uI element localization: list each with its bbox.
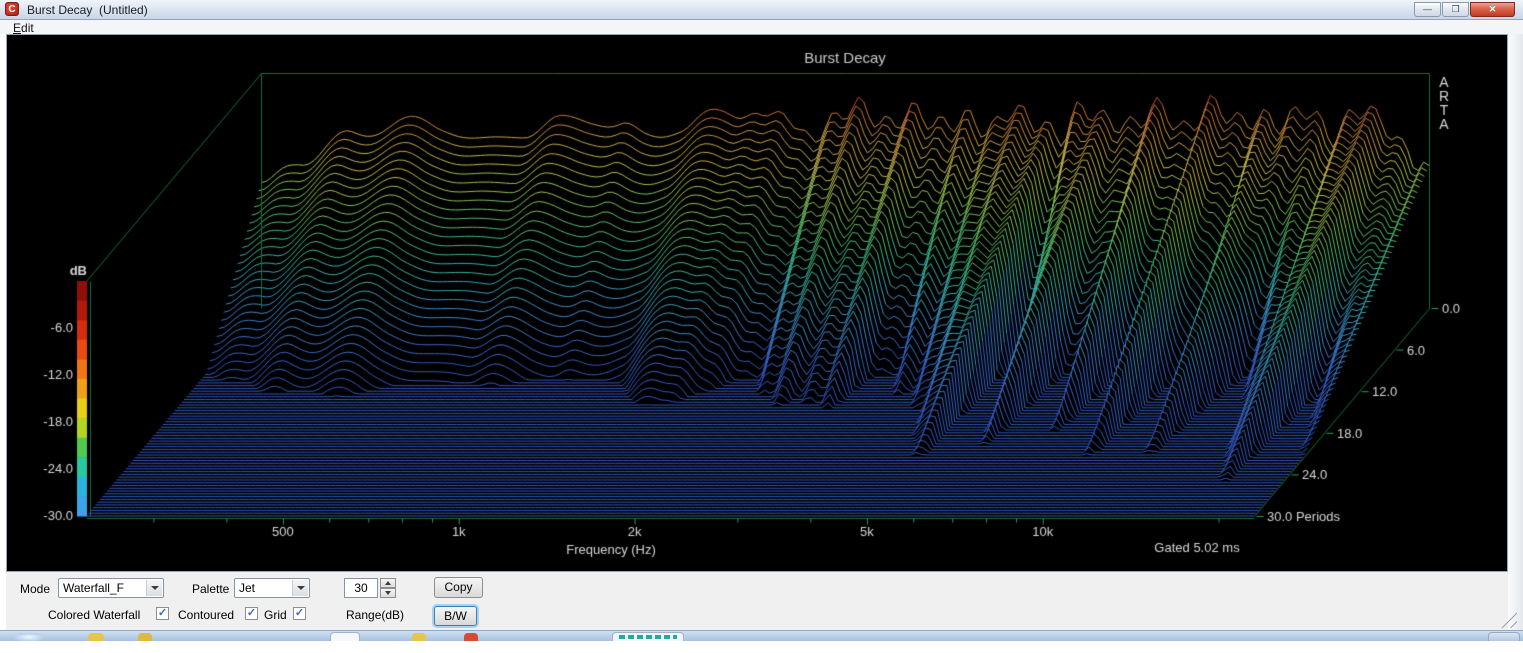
grid-checkbox[interactable]: ✓ <box>293 607 306 620</box>
taskbar-icon <box>412 633 426 641</box>
range-spinner-value: 30 <box>345 579 377 597</box>
bw-button[interactable]: B/W <box>434 606 477 626</box>
title-bar[interactable]: C Burst Decay (Untitled) — ❐ ✕ <box>0 0 1523 20</box>
menu-edit[interactable]: Edit <box>9 21 38 35</box>
close-button[interactable]: ✕ <box>1470 2 1515 17</box>
palette-combobox-value: Jet <box>239 579 255 597</box>
range-db-label: Range(dB) <box>346 608 404 622</box>
start-orb-sliver-icon <box>14 633 44 641</box>
window-right-edge <box>1508 34 1523 630</box>
grid-label: Grid <box>264 608 287 622</box>
window-controls: — ❐ ✕ <box>1414 2 1515 17</box>
mode-combobox-value: Waterfall_F <box>63 579 124 597</box>
palette-combobox-arrow[interactable] <box>292 580 308 596</box>
chevron-down-icon <box>297 586 305 590</box>
range-spinner-buttons <box>380 578 396 598</box>
menu-edit-accelerator: E <box>13 21 21 35</box>
arrow-down-icon <box>385 591 391 595</box>
mode-label: Mode <box>20 582 50 596</box>
burst-decay-waterfall-canvas <box>7 35 1507 571</box>
chevron-down-icon <box>151 586 159 590</box>
colored-waterfall-label: Colored Waterfall <box>48 608 140 622</box>
mode-combobox-arrow[interactable] <box>146 580 162 596</box>
spinner-up-button[interactable] <box>380 578 396 588</box>
colored-waterfall-checkbox[interactable]: ✓ <box>156 607 169 620</box>
palette-combobox[interactable]: Jet <box>234 578 310 598</box>
spinner-down-button[interactable] <box>380 588 396 598</box>
control-bar: Mode Waterfall_F Palette Jet 30 Copy Col… <box>6 572 1508 630</box>
taskbar-tab-text <box>619 635 677 639</box>
arta-burst-decay-window: { "window": { "title": "Burst Decay (Unt… <box>0 0 1523 653</box>
arrow-up-icon <box>385 581 391 585</box>
menu-bar: Edit <box>0 20 1523 34</box>
contoured-label: Contoured <box>178 608 234 622</box>
menu-edit-rest: dit <box>21 21 34 35</box>
copy-button[interactable]: Copy <box>434 577 483 598</box>
minimize-button[interactable]: — <box>1414 2 1441 17</box>
taskbar-icon <box>88 633 104 641</box>
restore-button[interactable]: ❐ <box>1442 2 1469 17</box>
taskbar-icon <box>138 633 152 641</box>
taskbar-icon <box>464 633 478 641</box>
window-title: Burst Decay (Untitled) <box>27 3 148 17</box>
contoured-checkbox[interactable]: ✓ <box>245 607 258 620</box>
range-spinner-input[interactable]: 30 <box>344 578 378 598</box>
plot-area <box>6 34 1508 572</box>
palette-label: Palette <box>192 582 229 596</box>
app-icon: C <box>5 2 19 16</box>
background <box>0 641 1523 653</box>
mode-combobox[interactable]: Waterfall_F <box>58 578 164 598</box>
